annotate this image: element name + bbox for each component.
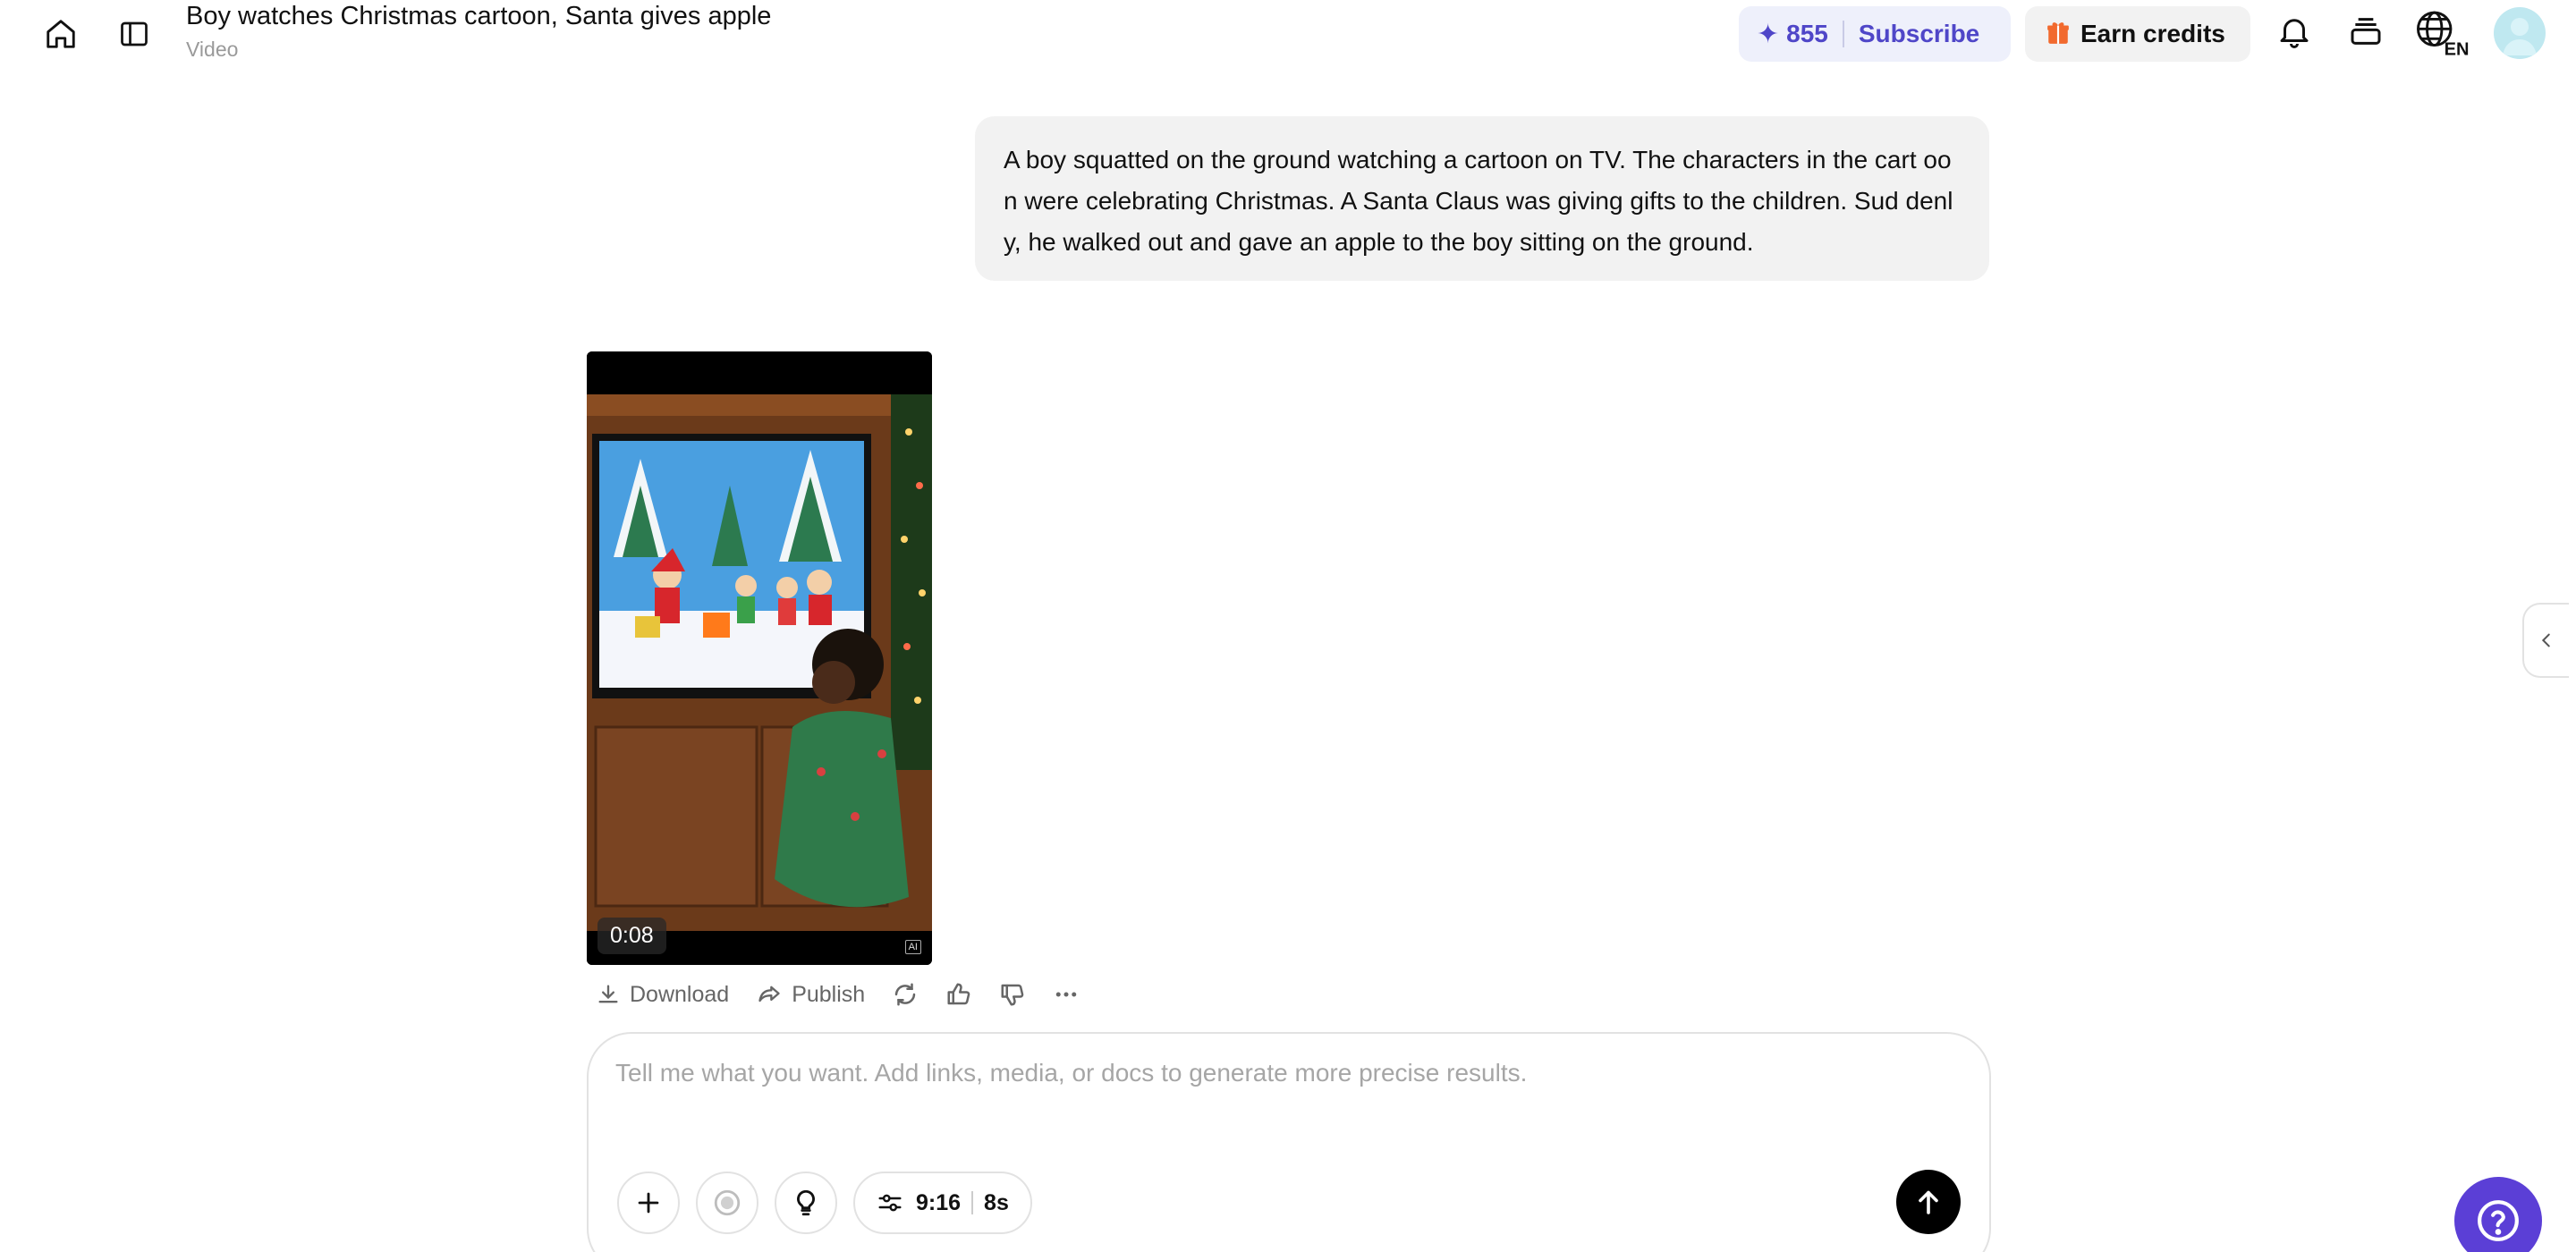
thumbs-down-button[interactable] bbox=[999, 981, 1026, 1008]
aspect-ratio: 9:16 bbox=[916, 1189, 962, 1215]
video-settings-button[interactable]: 9:16 8s bbox=[853, 1172, 1032, 1234]
add-attachment-button[interactable] bbox=[617, 1172, 680, 1234]
download-button[interactable]: Download bbox=[596, 982, 729, 1008]
sliders-icon bbox=[878, 1194, 902, 1212]
bell-icon[interactable] bbox=[2272, 9, 2317, 54]
lightbulb-icon bbox=[797, 1189, 815, 1216]
sparkle-icon: ✦ bbox=[1757, 19, 1780, 49]
download-label: Download bbox=[630, 981, 730, 1007]
avatar[interactable] bbox=[2494, 7, 2546, 59]
earn-credits-label: Earn credits bbox=[2080, 20, 2225, 47]
earn-credits-button[interactable]: Earn credits bbox=[2025, 6, 2250, 62]
question-icon bbox=[2478, 1200, 2519, 1241]
share-icon bbox=[758, 986, 780, 1002]
video-duration-setting: 8s bbox=[984, 1189, 1009, 1215]
more-options-button[interactable] bbox=[1053, 981, 1080, 1008]
regenerate-button[interactable] bbox=[892, 981, 919, 1008]
page-subtitle: Video bbox=[186, 38, 239, 61]
chevron-left-icon bbox=[2541, 633, 2550, 647]
reference-button[interactable] bbox=[696, 1172, 758, 1234]
more-icon bbox=[1055, 992, 1077, 997]
top-bar: Boy watches Christmas cartoon, Santa giv… bbox=[0, 0, 2576, 72]
home-icon[interactable] bbox=[41, 14, 80, 54]
language-code: EN bbox=[2445, 40, 2469, 57]
subscribe-button[interactable]: Subscribe bbox=[1859, 20, 1979, 48]
refresh-icon bbox=[894, 983, 916, 1006]
thumbs-down-icon bbox=[1001, 984, 1024, 1006]
page-title: Boy watches Christmas cartoon, Santa giv… bbox=[186, 2, 772, 30]
reference-icon bbox=[714, 1189, 741, 1216]
credits-count: 855 bbox=[1786, 20, 1828, 47]
video-duration: 0:08 bbox=[597, 918, 666, 954]
prompt-input[interactable] bbox=[615, 1059, 1868, 1087]
send-button[interactable] bbox=[1896, 1170, 1961, 1234]
language-icon[interactable]: EN bbox=[2413, 7, 2469, 57]
help-button[interactable] bbox=[2454, 1177, 2542, 1252]
divider bbox=[971, 1191, 974, 1214]
arrow-up-icon bbox=[1919, 1190, 1938, 1214]
ai-badge: AI bbox=[904, 940, 921, 954]
inspiration-button[interactable] bbox=[775, 1172, 837, 1234]
prompt-composer: 9:16 8s bbox=[587, 1032, 1991, 1252]
sidebar-toggle-icon[interactable] bbox=[114, 14, 154, 54]
thumbs-up-button[interactable] bbox=[945, 981, 972, 1008]
video-thumbnail bbox=[587, 351, 932, 965]
publish-button[interactable]: Publish bbox=[756, 982, 865, 1008]
video-actions: Download Publish bbox=[596, 978, 1106, 1011]
layers-icon[interactable] bbox=[2343, 9, 2388, 54]
thumbs-up-icon bbox=[947, 983, 970, 1005]
plus-icon bbox=[638, 1192, 659, 1214]
divider bbox=[1842, 21, 1844, 47]
gift-icon bbox=[2046, 20, 2070, 49]
credits-pill[interactable]: ✦ 855 Subscribe bbox=[1739, 6, 2011, 62]
user-message-bubble: A boy squatted on the ground watching a … bbox=[975, 116, 1989, 281]
expand-panel-button[interactable] bbox=[2522, 603, 2569, 678]
generated-video[interactable]: 0:08 AI bbox=[587, 351, 932, 965]
download-icon bbox=[598, 985, 618, 1003]
publish-label: Publish bbox=[792, 981, 866, 1007]
